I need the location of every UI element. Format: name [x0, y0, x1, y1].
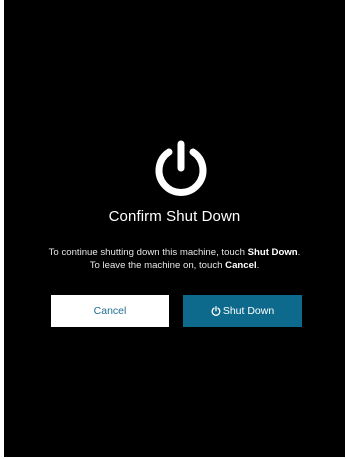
shutdown-screen: Confirm Shut Down To continue shutting d…	[4, 0, 345, 457]
message-shutdown-emphasis: Shut Down	[247, 247, 298, 258]
dialog-message: To continue shutting down this machine, …	[44, 246, 305, 272]
cancel-button-label: Cancel	[93, 305, 127, 317]
power-icon	[211, 306, 221, 316]
message-text: To continue shutting down this machine, …	[48, 247, 248, 258]
power-icon	[155, 140, 207, 196]
dialog-title: Confirm Shut Down	[108, 208, 241, 225]
message-cancel-emphasis: Cancel	[225, 260, 257, 271]
cancel-button[interactable]: Cancel	[51, 295, 169, 327]
message-text: .	[256, 260, 260, 271]
shut-down-button[interactable]: Shut Down	[183, 295, 302, 327]
shut-down-button-label: Shut Down	[222, 305, 275, 317]
